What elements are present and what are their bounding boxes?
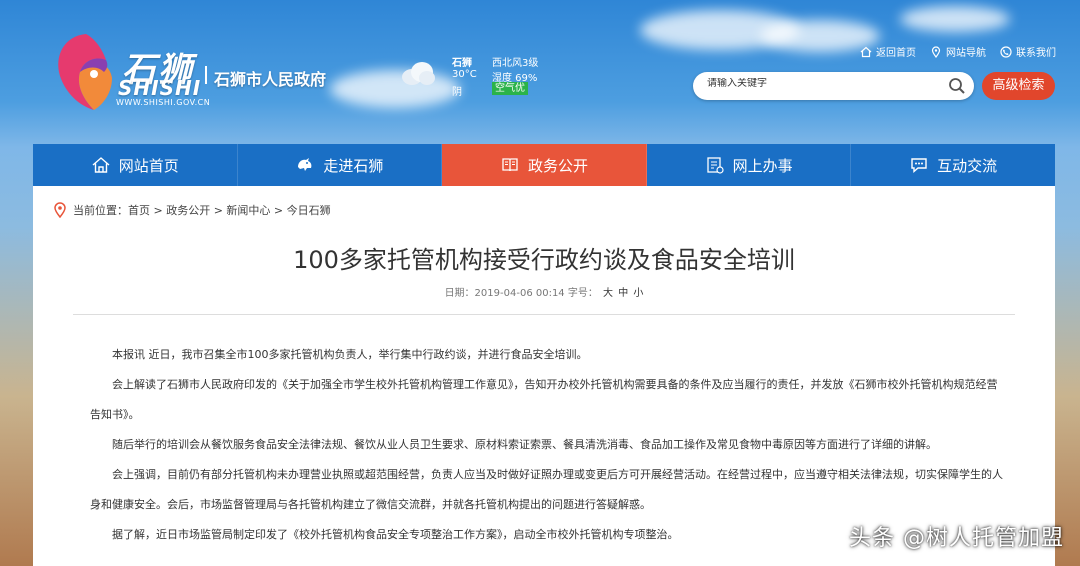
top-links: 返回首页 网站导航 联系我们 xyxy=(860,44,1056,59)
lion-logo-icon[interactable] xyxy=(50,30,122,114)
weather-temperature: 30°C xyxy=(452,69,477,80)
document-icon xyxy=(706,157,724,174)
weather-condition: 阴 xyxy=(452,87,462,98)
watermark: 头条 @树人托管加盟 xyxy=(849,526,1064,551)
advanced-search-button[interactable]: 高级检索 xyxy=(982,72,1055,100)
location-pin-icon xyxy=(54,202,66,218)
nav-item-government-affairs[interactable]: 政务公开 xyxy=(442,144,647,186)
article-body: 本报讯 近日，我市召集全市100多家托管机构负责人，举行集中行政约谈，并进行食品… xyxy=(90,340,1004,550)
nav-item-label: 走进石狮 xyxy=(323,156,384,175)
logo-divider xyxy=(205,66,207,84)
phone-icon xyxy=(1000,45,1012,58)
home-icon xyxy=(860,46,872,57)
article-paragraph: 会上强调，目前仍有部分托管机构未办理营业执照或超范围经营，负责人应当及时做好证照… xyxy=(90,468,1003,511)
nav-item-label: 网站首页 xyxy=(118,156,179,175)
nav-item-label: 网上办事 xyxy=(732,156,793,175)
article-paragraph: 本报讯 近日，我市召集全市100多家托管机构负责人，举行集中行政约谈，并进行食品… xyxy=(112,348,588,361)
main-navigation: 网站首页 走进石狮 政务公开 网上办事 互动交流 xyxy=(33,144,1055,186)
site-header: 石狮 SHISHI WWW.SHISHI.GOV.CN 石狮市人民政府 石狮 3… xyxy=(0,0,1080,144)
article-title: 100多家托管机构接受行政约谈及食品安全培训 xyxy=(293,246,795,274)
article-paragraph: 随后举行的培训会从餐饮服务食品安全法律法规、餐饮从业人员卫生要求、原材料索证索票… xyxy=(112,438,937,451)
chat-icon xyxy=(911,158,927,174)
site-navigation-label: 网站导航 xyxy=(946,48,986,59)
nav-item-online-services[interactable]: 网上办事 xyxy=(647,144,852,186)
government-name: 石狮市人民政府 xyxy=(214,70,327,89)
book-icon xyxy=(502,158,518,172)
home-link-label: 返回首页 xyxy=(876,48,916,59)
article-paragraph: 会上解读了石狮市人民政府印发的《关于加强全市学生校外托管机构管理工作意见》，告知… xyxy=(90,378,998,421)
font-size-medium-button[interactable]: 中 xyxy=(618,288,628,299)
contact-label: 联系我们 xyxy=(1016,48,1056,59)
air-quality-badge: 空气优 xyxy=(492,82,528,95)
divider xyxy=(73,314,1015,315)
home-link[interactable]: 返回首页 xyxy=(860,44,916,59)
search-input[interactable] xyxy=(707,78,937,89)
nav-item-interaction[interactable]: 互动交流 xyxy=(851,144,1055,186)
logo-url: WWW.SHISHI.GOV.CN xyxy=(116,98,211,107)
search-icon[interactable] xyxy=(948,77,966,95)
article-meta: 日期：2019-04-06 00:14 字号： 大 中 小 xyxy=(33,284,1055,299)
font-size-small-button[interactable]: 小 xyxy=(633,288,643,299)
cloudy-weather-icon xyxy=(402,62,435,85)
breadcrumb-text[interactable]: 当前位置：首页 > 政务公开 > 新闻中心 > 今日石狮 xyxy=(73,202,331,218)
weather-city: 石狮 xyxy=(452,58,472,69)
logo-english-name: SHISHI xyxy=(118,76,202,100)
contact-link[interactable]: 联系我们 xyxy=(1000,44,1056,59)
article-date: 日期：2019-04-06 00:14 字号： xyxy=(444,288,598,299)
article-panel: 当前位置：首页 > 政务公开 > 新闻中心 > 今日石狮 100多家托管机构接受… xyxy=(33,186,1055,566)
nav-item-label: 政务公开 xyxy=(527,156,588,175)
home-icon xyxy=(92,157,110,173)
search-box xyxy=(693,72,974,100)
breadcrumb: 当前位置：首页 > 政务公开 > 新闻中心 > 今日石狮 xyxy=(53,202,331,218)
nav-item-about-shishi[interactable]: 走进石狮 xyxy=(238,144,443,186)
lion-icon xyxy=(298,158,312,171)
weather-wind: 西北风3级 xyxy=(492,58,539,69)
location-icon xyxy=(931,45,941,58)
nav-item-label: 互动交流 xyxy=(937,156,998,175)
site-navigation-link[interactable]: 网站导航 xyxy=(930,44,986,59)
font-size-large-button[interactable]: 大 xyxy=(603,288,613,299)
nav-item-home[interactable]: 网站首页 xyxy=(33,144,238,186)
